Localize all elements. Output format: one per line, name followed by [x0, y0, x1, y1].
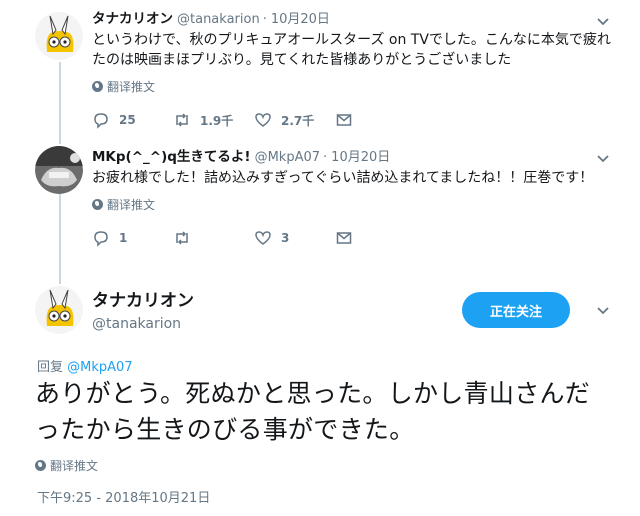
tweet-timestamp[interactable]: 下午9:25 - 2018年10月21日	[37, 487, 210, 506]
translate-label: 翻译推文	[50, 459, 99, 473]
globe-icon	[92, 199, 103, 210]
author-handle[interactable]: @tanakarion	[92, 314, 194, 334]
tweet-text: というわけで、秋のプリキュアオールスターズ on TVでした。こんなに本気で疲れ…	[92, 32, 611, 68]
separator: ·	[262, 12, 267, 27]
author-handle[interactable]: @MkpA07	[255, 150, 320, 165]
like-count: 3	[281, 231, 290, 245]
like-count: 2.7千	[281, 113, 315, 128]
following-button[interactable]: 正在关注	[462, 292, 570, 328]
retweet-button[interactable]	[173, 229, 254, 247]
tweet-header: タナカリオン @tanakarion · 10月20日	[92, 10, 620, 29]
dm-button[interactable]	[335, 229, 416, 247]
tweet-actions: 25 1.9千 2.7千	[92, 111, 620, 129]
reply-prefix: 回复	[37, 360, 64, 375]
author-name[interactable]: タナカリオン	[92, 11, 173, 27]
thread-line	[59, 62, 61, 144]
author-name[interactable]: MKp(^_^)q生きてるよ!	[92, 149, 251, 165]
replying-to: 回复 @MkpA07	[37, 356, 133, 375]
reply-mention-link[interactable]: @MkpA07	[67, 360, 132, 375]
avatar[interactable]	[35, 12, 83, 60]
envelope-icon	[336, 114, 352, 126]
tweet-time[interactable]: 10月20日	[271, 12, 330, 27]
heart-icon	[255, 231, 271, 245]
separator: ·	[323, 150, 328, 165]
chevron-down-icon[interactable]	[596, 306, 610, 316]
retweet-icon	[176, 231, 188, 245]
translate-link[interactable]: 翻译推文	[92, 78, 620, 95]
reply-button[interactable]: 1	[92, 229, 173, 247]
avatar[interactable]	[35, 146, 83, 194]
avatar[interactable]	[35, 286, 83, 334]
translate-label: 翻译推文	[107, 198, 156, 212]
main-tweet-text: ありがとう。死ぬかと思った。しかし青山さんだったから生きのびる事ができた。	[35, 379, 591, 444]
globe-icon	[92, 81, 103, 92]
reply-icon	[94, 231, 108, 247]
like-button[interactable]: 3	[254, 229, 335, 247]
retweet-icon	[176, 113, 188, 127]
reply-count: 1	[119, 231, 128, 245]
thread-line	[59, 194, 61, 284]
main-tweet-header: タナカリオン @tanakarion	[92, 290, 194, 334]
translate-label: 翻译推文	[107, 80, 156, 94]
tweet-time[interactable]: 10月20日	[331, 150, 390, 165]
tweet-actions: 1 3	[92, 229, 620, 247]
author-name[interactable]: タナカリオン	[92, 290, 194, 312]
retweet-button[interactable]: 1.9千	[173, 111, 254, 129]
globe-icon	[35, 460, 46, 471]
author-handle[interactable]: @tanakarion	[177, 12, 260, 27]
tweet-header: MKp(^_^)q生きてるよ! @MkpA07 · 10月20日	[92, 148, 620, 167]
retweet-count: 1.9千	[200, 113, 234, 128]
like-button[interactable]: 2.7千	[254, 111, 335, 129]
tweet-text: お疲れ様でした！詰め込みすぎってぐらい詰め込まれてましたね！！圧巻です！	[92, 170, 594, 186]
heart-icon	[255, 113, 271, 127]
envelope-icon	[336, 232, 352, 244]
dm-button[interactable]	[335, 111, 416, 129]
reply-count: 25	[119, 113, 136, 127]
translate-link[interactable]: 翻译推文	[92, 196, 620, 213]
reply-icon	[94, 113, 108, 129]
translate-link[interactable]: 翻译推文	[35, 457, 98, 474]
reply-button[interactable]: 25	[92, 111, 173, 129]
